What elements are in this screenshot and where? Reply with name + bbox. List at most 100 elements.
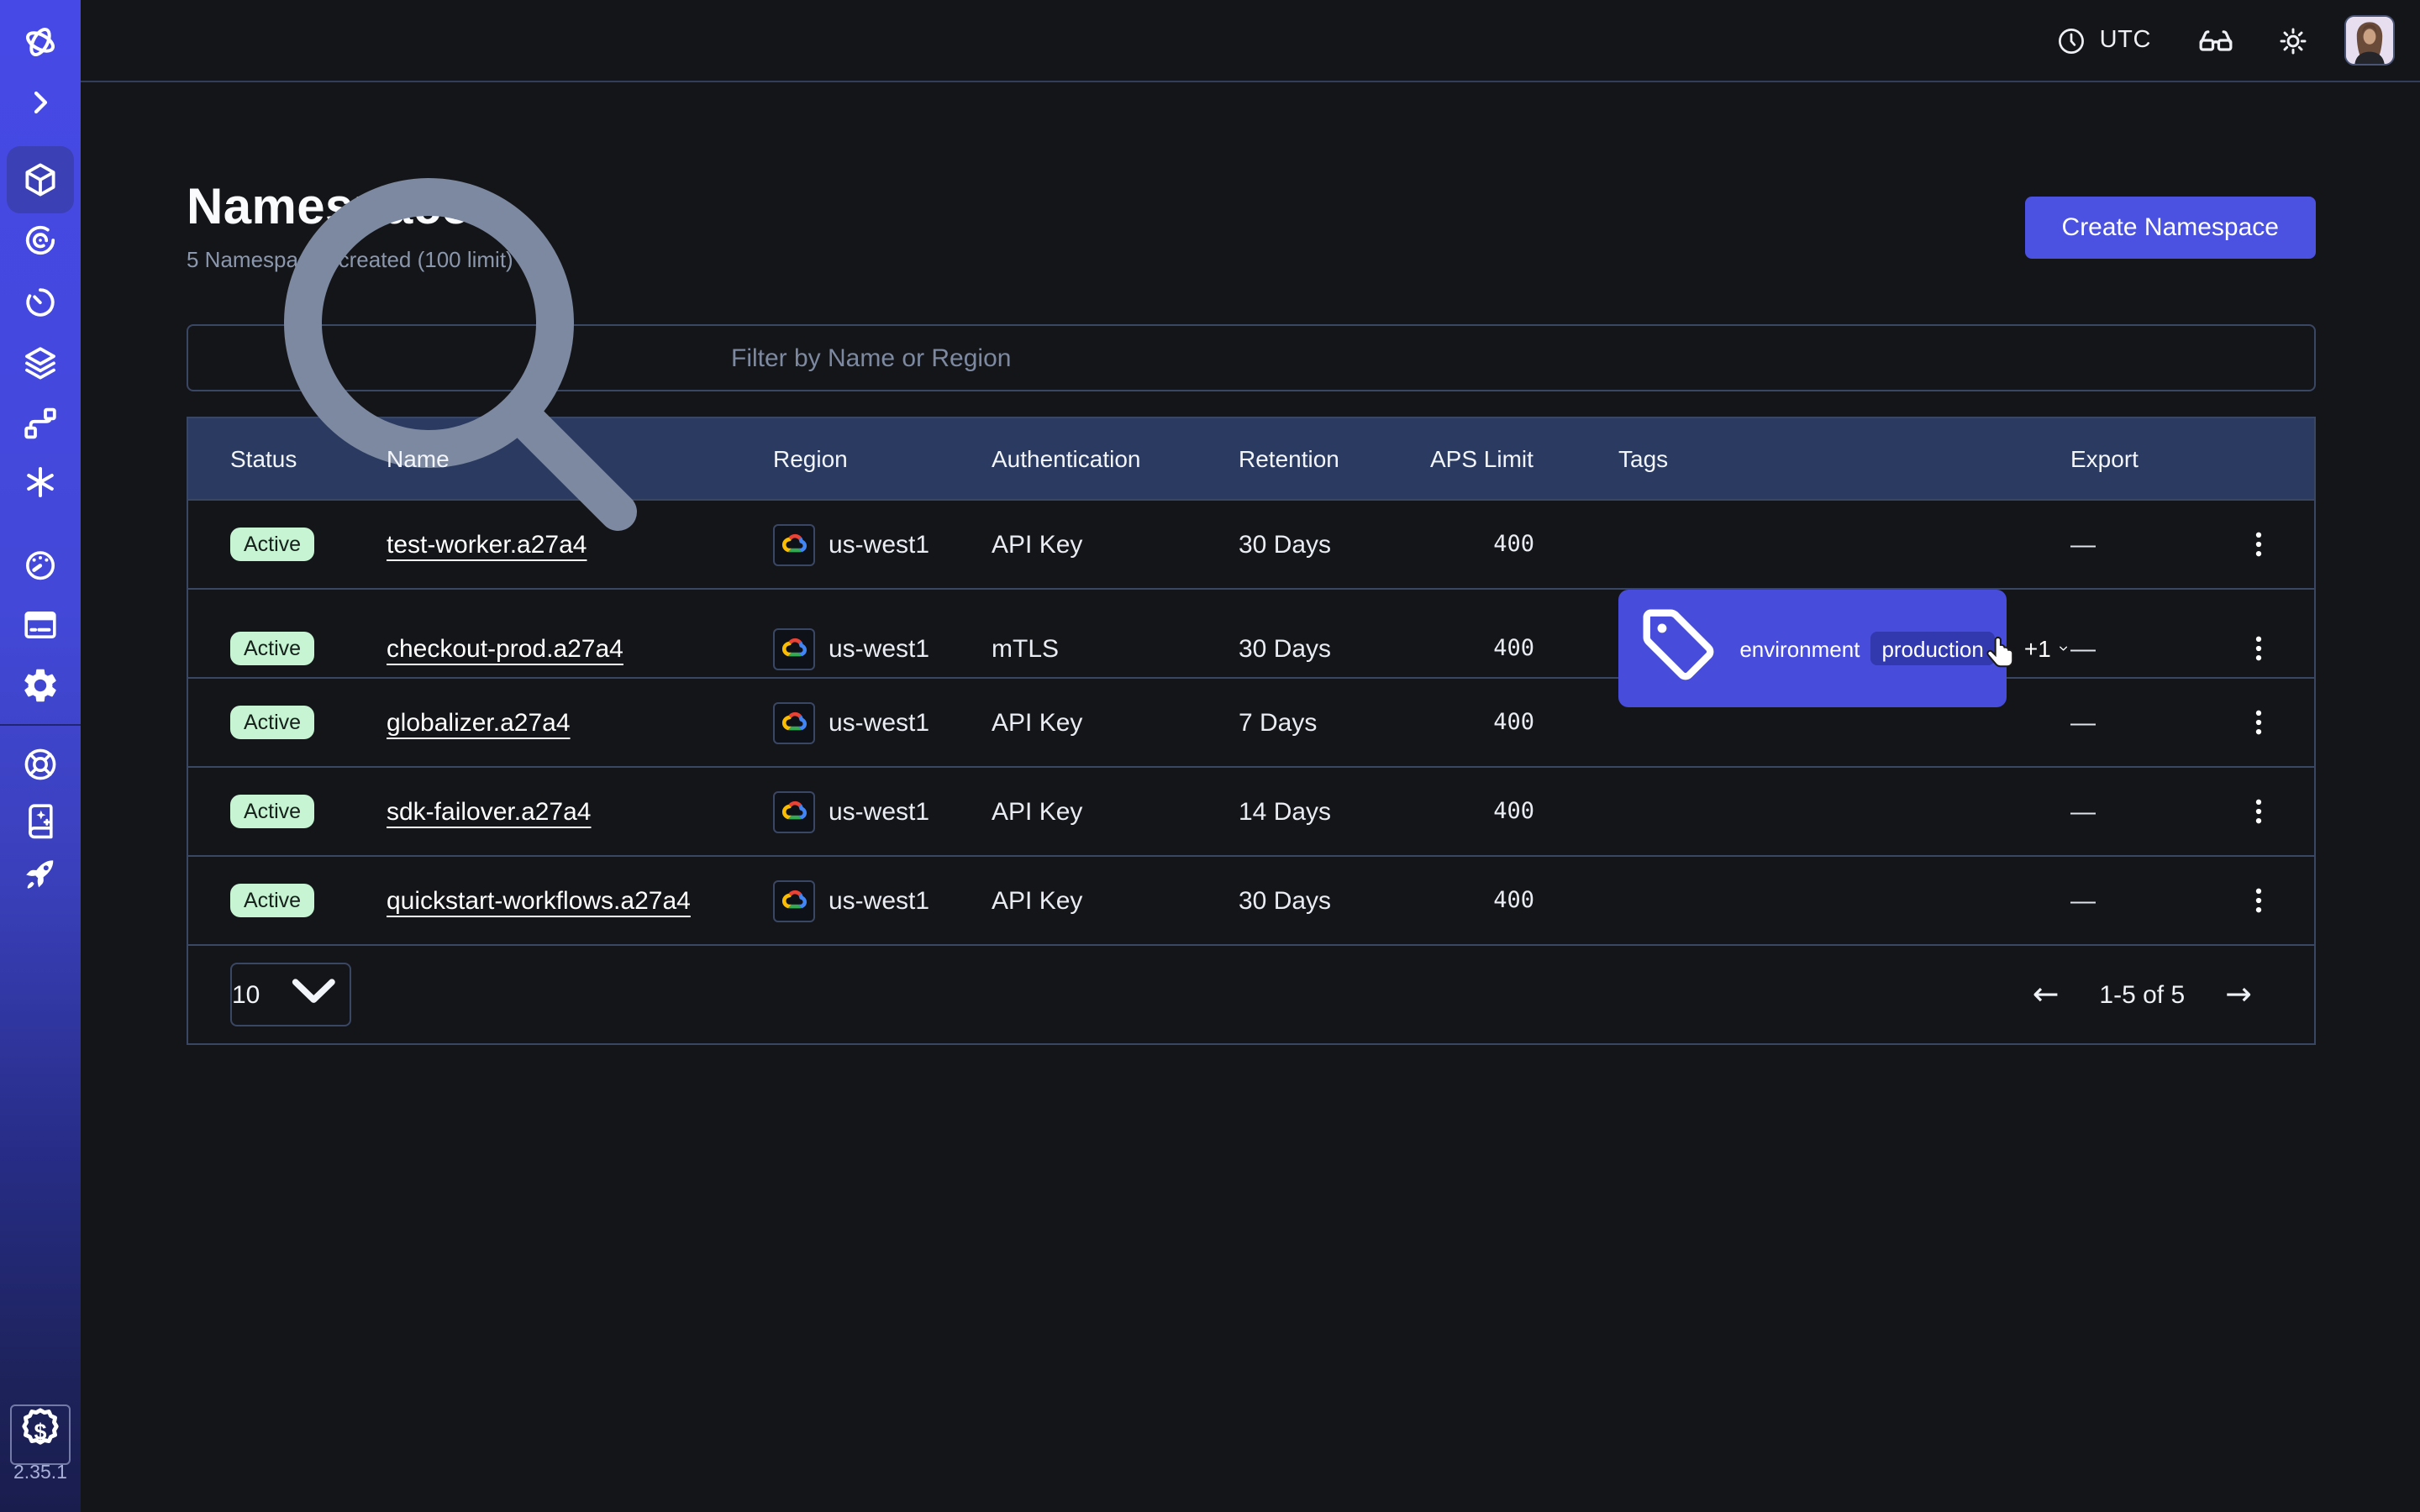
gcp-cloud-icon [773,879,815,921]
more-tags-count[interactable]: +1 [2024,635,2051,662]
theme-toggle-button[interactable] [2275,23,2311,58]
gcp-cloud-icon [773,790,815,832]
main-content: Namespaces 5 Namespaces created (100 lim… [81,82,2420,1512]
auth-cell: API Key [992,886,1239,915]
sidebar-item-billing[interactable] [20,605,60,645]
status-cell: Active [230,632,387,666]
col-status: Status [230,445,387,472]
aps-limit-cell: 400 [1430,709,1534,736]
create-namespace-button[interactable]: Create Namespace [2025,197,2316,259]
export-cell: — [2070,797,2240,826]
expand-tags-button[interactable] [2058,635,2070,662]
region-label: us-west1 [829,886,929,915]
kebab-icon [2241,884,2275,917]
region-cell: us-west1 [773,701,992,743]
col-tags: Tags [1534,445,2070,472]
aps-limit-cell: 400 [1430,635,1534,662]
status-cell: Active [230,795,387,829]
retention-cell: 7 Days [1239,708,1430,737]
row-menu-button[interactable] [2241,632,2275,665]
region-cell: us-west1 [773,879,992,921]
sidebar-item-settings[interactable] [20,665,60,706]
sidebar-divider [0,724,81,726]
page-size-select[interactable]: 10 [230,963,351,1026]
sidebar-item-workflows[interactable] [20,220,60,260]
row-menu-button[interactable] [2241,884,2275,917]
retention-cell: 30 Days [1239,634,1430,663]
sidebar-item-support[interactable] [20,744,60,785]
region-cell: us-west1 [773,627,992,669]
user-avatar[interactable] [2344,15,2395,66]
clock-icon [2056,24,2088,56]
kebab-icon [2241,632,2275,665]
namespace-link[interactable]: sdk-failover.a27a4 [387,797,592,826]
sidebar-item-schedules[interactable] [20,282,60,323]
kebab-icon [2241,528,2275,561]
row-menu-button[interactable] [2241,706,2275,739]
row-menu-button[interactable] [2241,528,2275,561]
region-label: us-west1 [829,797,929,826]
filter-input[interactable] [728,342,2294,374]
gcp-cloud-icon [773,627,815,669]
export-cell: — [2070,886,2240,915]
name-cell: sdk-failover.a27a4 [387,797,773,826]
price-seal-icon: $ [12,1402,69,1467]
tag-value: production [1870,632,1995,665]
sidebar-item-getting-started[interactable] [20,853,60,894]
col-region: Region [773,445,992,472]
region-label: us-west1 [829,530,929,559]
status-badge: Active [230,795,314,829]
tag-key: environment [1739,636,1860,661]
kebab-icon [2241,795,2275,828]
export-cell: — [2070,708,2240,737]
sidebar-item-batch[interactable] [20,403,60,444]
export-cell: — [2070,530,2240,559]
glasses-icon [2196,21,2235,60]
sidebar-item-nexus[interactable] [20,462,60,502]
namespace-link[interactable]: checkout-prod.a27a4 [387,634,623,663]
col-name: Name [387,445,773,472]
pagination: ← 1-5 of 5 → [2033,979,2252,1011]
namespace-link[interactable]: globalizer.a27a4 [387,708,571,737]
next-page-button[interactable]: → [2225,979,2252,1011]
namespace-link[interactable]: test-worker.a27a4 [387,530,587,559]
auth-cell: API Key [992,530,1239,559]
accessibility-button[interactable] [2196,21,2235,60]
table-row: Active sdk-failover.a27a4 us-west1 API K… [188,766,2314,855]
prev-page-button[interactable]: ← [2033,979,2060,1011]
app-root: $ 2.35.1 UTC Namespaces 5 Namespaces [0,0,2420,1512]
page-range-label: 1-5 of 5 [2099,980,2185,1009]
page-size-value: 10 [232,980,260,1009]
tag-chip[interactable]: environment production [1618,590,2007,707]
chevron-down-icon [276,955,350,1035]
retention-cell: 14 Days [1239,797,1430,826]
sun-icon [2275,23,2311,58]
timezone-button[interactable]: UTC [2056,24,2151,56]
sidebar-item-deployments[interactable] [20,343,60,383]
region-label: us-west1 [829,634,929,663]
col-aps-limit: APS Limit [1430,445,1534,472]
sidebar-expand-button[interactable] [20,82,60,123]
region-label: us-west1 [829,708,929,737]
retention-cell: 30 Days [1239,886,1430,915]
name-cell: test-worker.a27a4 [387,530,773,559]
table-footer: 10 ← 1-5 of 5 → [188,944,2314,1043]
auth-cell: mTLS [992,634,1239,663]
sidebar: $ 2.35.1 [0,0,81,1512]
col-authentication: Authentication [992,445,1239,472]
tags-cell: environment production +1 [1534,590,2070,707]
status-cell: Active [230,528,387,562]
sidebar-item-docs[interactable] [20,800,60,840]
name-cell: globalizer.a27a4 [387,708,773,737]
pricing-badge-button[interactable]: $ [10,1404,71,1465]
sidebar-item-namespaces[interactable] [20,160,60,200]
status-badge: Active [230,632,314,666]
sidebar-item-usage[interactable] [20,544,60,585]
kebab-icon [2241,706,2275,739]
namespace-link[interactable]: quickstart-workflows.a27a4 [387,886,691,915]
row-menu-button[interactable] [2241,795,2275,828]
filter-bar [187,324,2316,391]
temporal-logo[interactable] [20,22,60,62]
aps-limit-cell: 400 [1430,531,1534,558]
svg-text:$: $ [34,1419,47,1444]
